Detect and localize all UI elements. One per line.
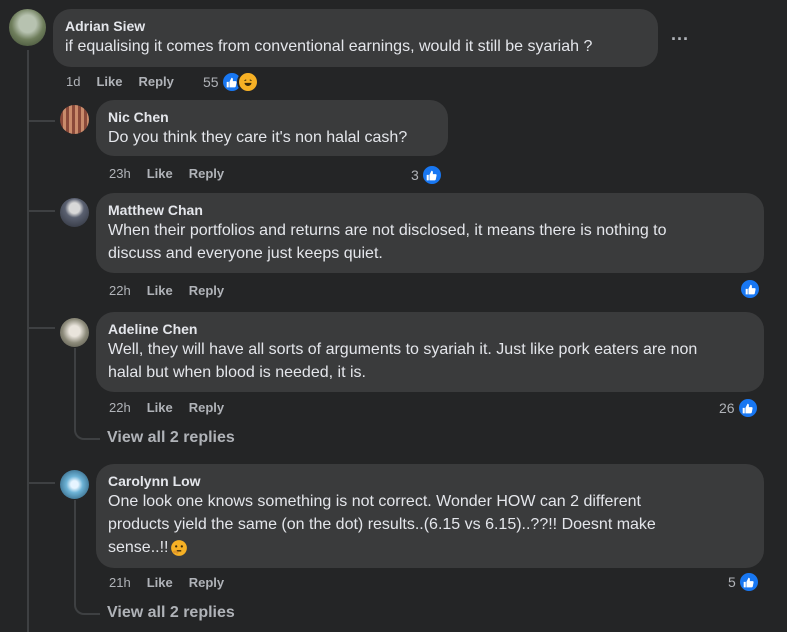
haha-reaction-icon bbox=[236, 71, 259, 93]
reply-text-line: halal but when blood is needed, it is. bbox=[108, 364, 366, 381]
reply-button[interactable]: Reply bbox=[189, 400, 224, 415]
reply-connector bbox=[29, 210, 55, 212]
reply-text-line: Well, they will have all sorts of argume… bbox=[108, 341, 698, 358]
reaction-count-value: 26 bbox=[719, 400, 735, 416]
reply-author[interactable]: Nic Chen bbox=[108, 108, 436, 126]
reply-time[interactable]: 22h bbox=[109, 400, 131, 415]
reply-button[interactable]: Reply bbox=[189, 166, 224, 181]
reaction-count-value: 5 bbox=[728, 574, 736, 590]
reply-time[interactable]: 23h bbox=[109, 166, 131, 181]
reaction-count-value: 55 bbox=[203, 74, 219, 90]
reply-connector bbox=[29, 327, 55, 329]
reply-button[interactable]: Reply bbox=[189, 575, 224, 590]
avatar[interactable] bbox=[9, 9, 46, 46]
reaction-count[interactable]: 55 bbox=[203, 71, 259, 93]
like-button[interactable]: Like bbox=[96, 74, 122, 89]
comment-bubble: Adrian Siew if equalising it comes from … bbox=[53, 9, 658, 67]
reply-connector bbox=[29, 482, 55, 484]
reply-actions: 23h Like Reply bbox=[109, 166, 240, 181]
like-button[interactable]: Like bbox=[147, 283, 173, 298]
reply-author[interactable]: Matthew Chan bbox=[108, 201, 752, 219]
view-all-replies-link[interactable]: View all 2 replies bbox=[107, 429, 235, 447]
comment-time[interactable]: 1d bbox=[66, 74, 80, 89]
comment-actions: 1d Like Reply bbox=[66, 74, 190, 89]
reply-text-line: sense..!! bbox=[108, 539, 169, 556]
reply-actions: 22h Like Reply bbox=[109, 400, 240, 415]
reply-bubble: Adeline Chen Well, they will have all so… bbox=[96, 312, 764, 392]
like-reaction-icon bbox=[737, 571, 760, 593]
reply-text-line-last: sense..!! bbox=[108, 536, 752, 559]
like-button[interactable]: Like bbox=[147, 575, 173, 590]
avatar[interactable] bbox=[60, 318, 89, 347]
reply-actions: 22h Like Reply bbox=[109, 283, 240, 298]
reaction-count-value: 3 bbox=[411, 167, 419, 183]
view-replies-connector bbox=[74, 595, 100, 615]
reaction-count[interactable] bbox=[739, 278, 761, 300]
reaction-count[interactable]: 3 bbox=[411, 164, 443, 186]
reply-text-line: When their portfolios and returns are no… bbox=[108, 222, 667, 239]
reply-time[interactable]: 22h bbox=[109, 283, 131, 298]
reply-button[interactable]: Reply bbox=[138, 74, 173, 89]
reply-author[interactable]: Carolynn Low bbox=[108, 472, 752, 490]
reply-text: Do you think they care it's non halal ca… bbox=[108, 129, 408, 146]
thinking-emoji-icon bbox=[170, 539, 188, 557]
view-replies-connector bbox=[74, 420, 100, 440]
like-reaction-icon bbox=[736, 397, 759, 419]
more-options-button[interactable]: ... bbox=[671, 24, 689, 45]
reply-text-line: discuss and everyone just keeps quiet. bbox=[108, 245, 383, 262]
sub-thread-line bbox=[74, 500, 76, 603]
like-button[interactable]: Like bbox=[147, 166, 173, 181]
avatar[interactable] bbox=[60, 198, 89, 227]
like-button[interactable]: Like bbox=[147, 400, 173, 415]
reply-connector bbox=[27, 104, 55, 122]
reply-text-line: One look one knows something is not corr… bbox=[108, 493, 641, 510]
reply-author[interactable]: Adeline Chen bbox=[108, 320, 752, 338]
reaction-count[interactable]: 5 bbox=[728, 571, 760, 593]
sub-thread-line bbox=[74, 348, 76, 428]
reply-text-line: products yield the same (on the dot) res… bbox=[108, 516, 656, 533]
like-reaction-icon bbox=[739, 278, 761, 300]
avatar[interactable] bbox=[60, 105, 89, 134]
view-all-replies-link[interactable]: View all 2 replies bbox=[107, 604, 235, 622]
reply-bubble: Nic Chen Do you think they care it's non… bbox=[96, 100, 448, 156]
avatar[interactable] bbox=[60, 470, 89, 499]
reply-bubble: Matthew Chan When their portfolios and r… bbox=[96, 193, 764, 273]
comment-text: if equalising it comes from conventional… bbox=[65, 38, 593, 55]
reaction-count[interactable]: 26 bbox=[719, 397, 759, 419]
comment-author[interactable]: Adrian Siew bbox=[65, 17, 646, 35]
reply-button[interactable]: Reply bbox=[189, 283, 224, 298]
like-reaction-icon bbox=[420, 164, 443, 186]
reply-bubble: Carolynn Low One look one knows somethin… bbox=[96, 464, 764, 568]
reply-time[interactable]: 21h bbox=[109, 575, 131, 590]
thread-line-main bbox=[27, 50, 29, 632]
reply-actions: 21h Like Reply bbox=[109, 575, 240, 590]
